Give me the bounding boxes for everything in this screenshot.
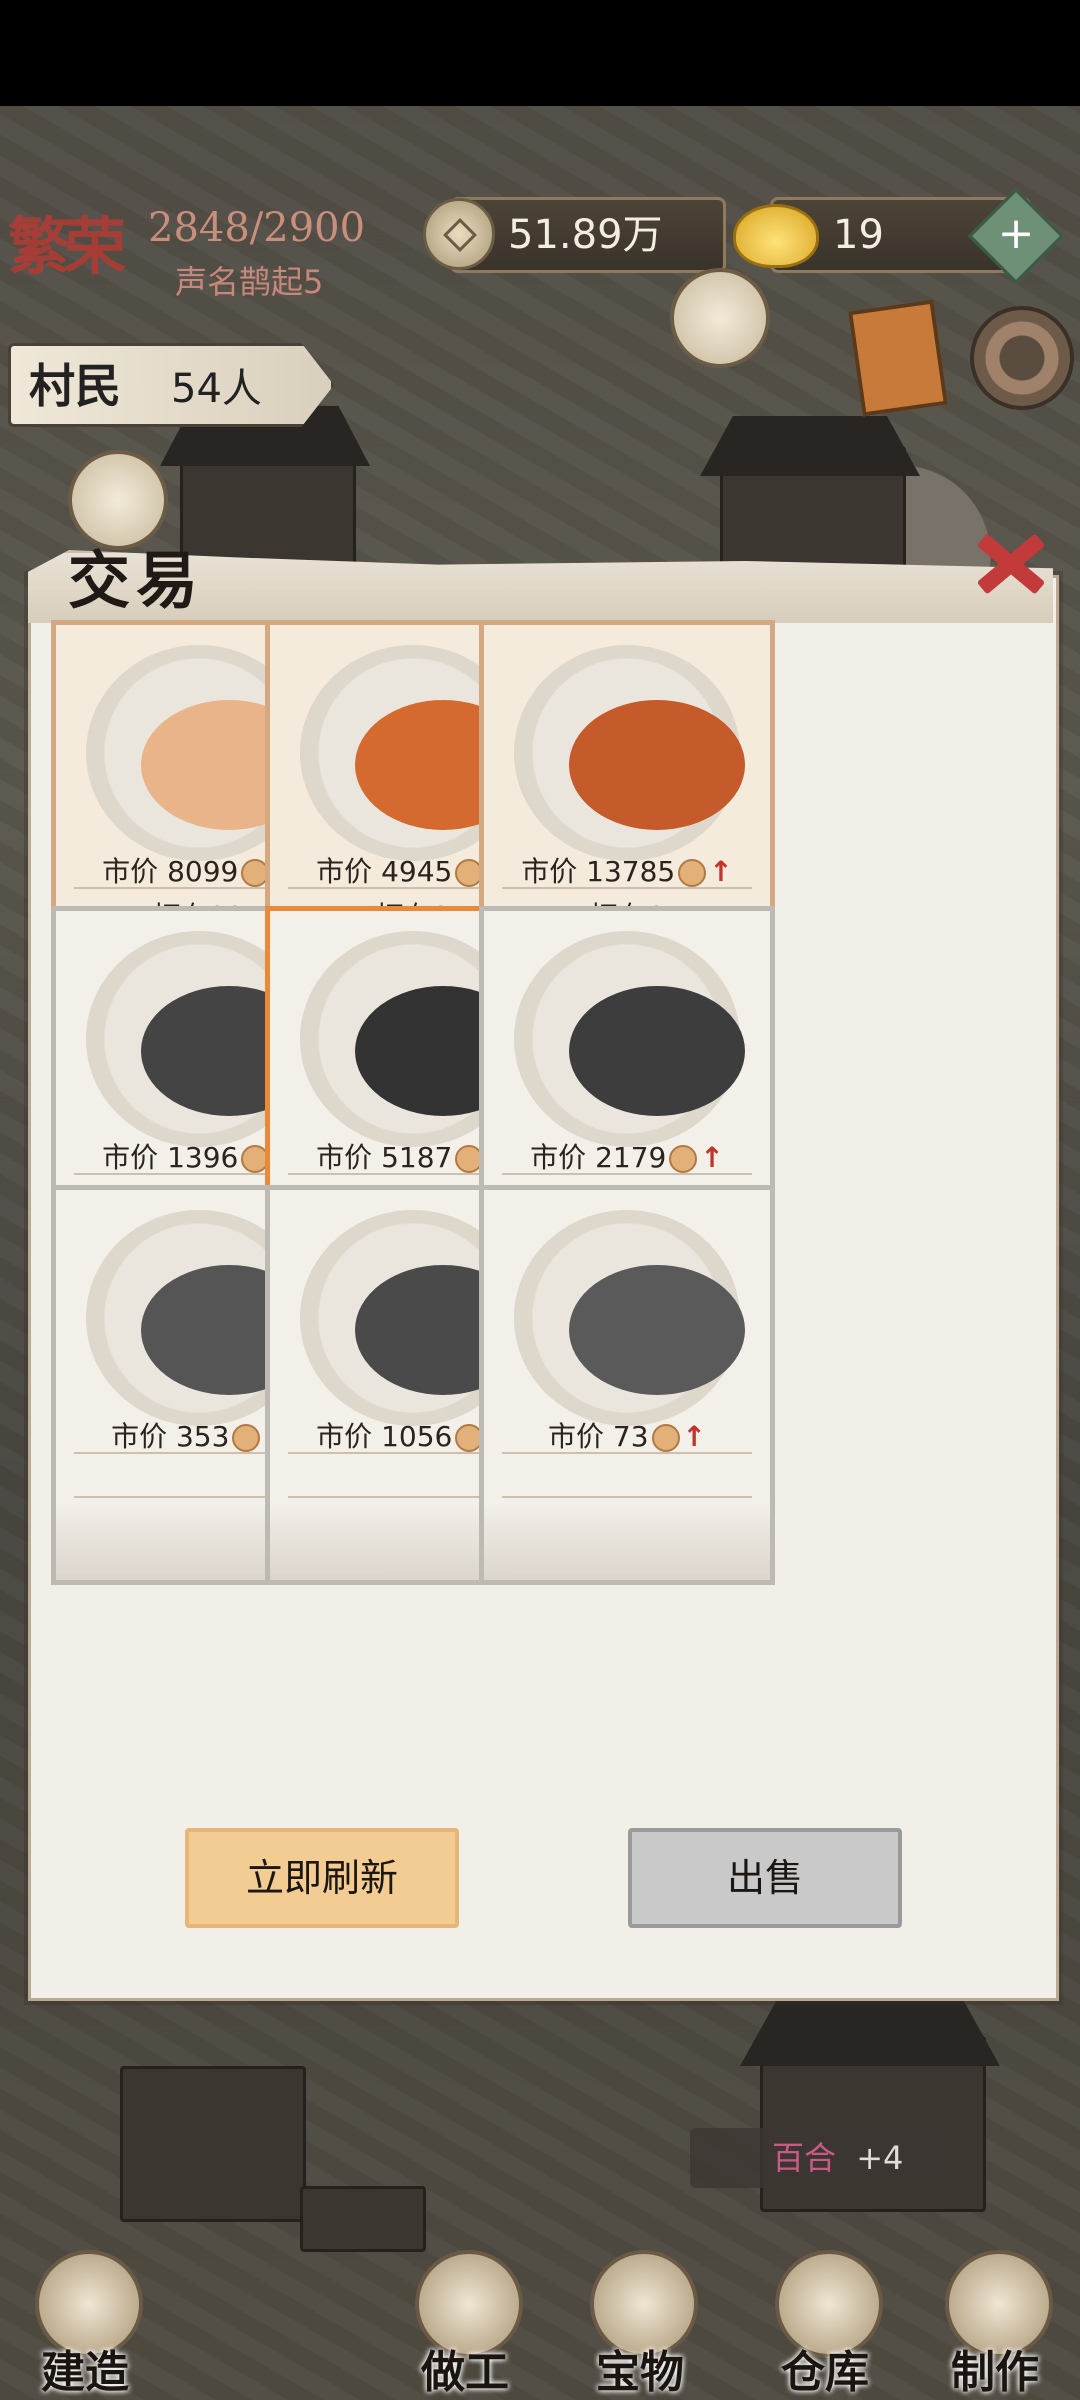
villager-count-display[interactable]: 村民 54人 [8, 343, 334, 427]
dish-icon [569, 1265, 745, 1395]
plus-icon: + [997, 208, 1035, 259]
refresh-button[interactable]: 立即刷新 [185, 1828, 459, 1928]
villager-label: 村民 [29, 359, 121, 413]
item-price: 市价 13785 ↑ [484, 850, 770, 890]
item-price: 市价 73 ↑ [484, 1415, 770, 1455]
item-price-text: 市价 1056 [316, 1420, 453, 1453]
name-bar [484, 1502, 770, 1580]
dish-image [514, 1210, 745, 1426]
nav-warehouse[interactable]: 仓库 [745, 2250, 905, 2400]
toast-item-name: 百合 [772, 2139, 837, 2177]
nav-label: 建造 [41, 2347, 129, 2398]
nav-label: 仓库 [781, 2347, 869, 2398]
coin-icon [669, 1145, 698, 1173]
divider [502, 1496, 752, 1498]
gold-display[interactable]: 19 + [733, 187, 1065, 285]
nav-treasure[interactable]: 宝物 [560, 2250, 720, 2400]
item-price-text: 市价 73 [548, 1420, 649, 1453]
prestige-display[interactable]: 繁荣 2848/2900 声名鹊起5 [0, 197, 400, 301]
divider [502, 887, 752, 889]
nav-label: 宝物 [596, 2347, 684, 2398]
toast-value: +4 [856, 2139, 904, 2177]
close-icon[interactable] [965, 520, 1051, 606]
nav-craft[interactable]: 制作 [915, 2250, 1075, 2400]
book-icon[interactable] [848, 299, 948, 417]
reward-toast: 百合 +4 [690, 2128, 955, 2188]
prestige-level: 声名鹊起5 [175, 263, 324, 301]
coin-icon [232, 1424, 261, 1452]
copper-coin-icon [423, 198, 495, 270]
item-price-text: 市价 4945 [316, 855, 453, 888]
trade-item-card[interactable]: 市价 73 ↑ [479, 1185, 775, 1585]
item-price-text: 市价 13785 [521, 855, 676, 888]
copper-display[interactable]: 51.89万 [423, 197, 726, 273]
nav-work[interactable]: 做工 [385, 2250, 545, 2400]
settings-gear-icon[interactable] [970, 306, 1074, 410]
item-price-text: 市价 5187 [316, 1141, 453, 1174]
sell-button[interactable]: 出售 [628, 1828, 902, 1928]
gold-ingot-icon [733, 204, 819, 268]
item-price-text: 市价 1396 [102, 1141, 239, 1174]
divider [502, 1173, 752, 1175]
dish-image [514, 645, 745, 861]
nav-label: 做工 [421, 2347, 509, 2398]
trade-item-grid: 市价 8099↑拥有22蟹黄鲜虾丸市价 4945↑拥有9烤乳猪市价 13785↑… [28, 620, 1053, 1755]
coin-icon [651, 1424, 680, 1452]
status-bar [0, 0, 1080, 106]
bottom-nav: 建造 做工 宝物 仓库 制作 [0, 2250, 1080, 2400]
dish-icon [569, 986, 745, 1116]
villager-count: 54人 [171, 366, 262, 412]
prestige-seal: 繁荣 [8, 210, 126, 283]
dish-image [514, 931, 745, 1147]
item-price-text: 市价 8099 [102, 855, 239, 888]
dish-icon [569, 700, 745, 830]
trade-title: 交易 [68, 544, 205, 617]
prestige-progress: 2848/2900 [148, 205, 366, 251]
item-price: 市价 2179 ↑ [484, 1136, 770, 1176]
nav-label: 制作 [951, 2347, 1039, 2398]
price-up-arrow-icon: ↑ [709, 855, 733, 888]
nav-build[interactable]: 建造 [5, 2250, 165, 2400]
divider [502, 1452, 752, 1454]
price-up-arrow-icon: ↑ [682, 1420, 706, 1453]
item-price-text: 市价 353 [111, 1420, 230, 1453]
character-avatar[interactable] [670, 268, 770, 368]
coin-icon [678, 859, 707, 887]
copper-value: 51.89万 [508, 212, 663, 258]
trade-panel-header: 交易 [28, 510, 1053, 623]
gold-value: 19 [833, 212, 884, 258]
item-price-text: 市价 2179 [530, 1141, 667, 1174]
price-up-arrow-icon: ↑ [700, 1141, 724, 1174]
